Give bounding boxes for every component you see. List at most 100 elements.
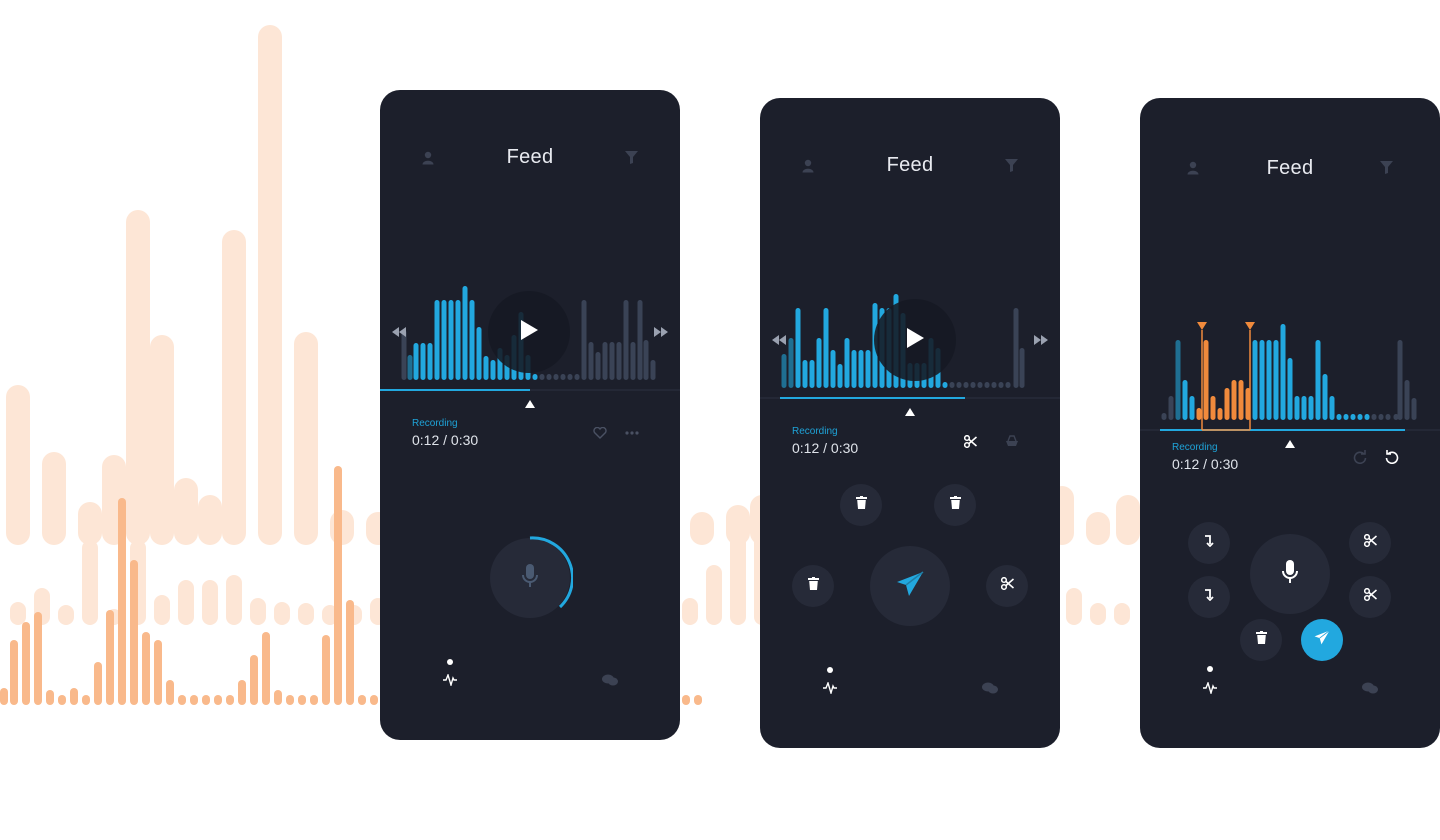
phone-screen-edit: Feed Recording 0:12 / 0:30: [760, 98, 1060, 748]
waveform-bar: [413, 343, 419, 380]
waveform-bar: [809, 360, 815, 388]
chat-tab-icon[interactable]: [602, 674, 618, 686]
delete-button[interactable]: [1240, 619, 1282, 661]
background-bar: [334, 466, 342, 705]
waveform-bar: [1350, 414, 1356, 420]
waveform-bar: [844, 338, 850, 388]
audio-waveform[interactable]: [1140, 98, 1440, 748]
play-button[interactable]: [874, 299, 956, 381]
filter-icon[interactable]: [625, 151, 638, 164]
recording-time: 0:12 / 0:30: [792, 440, 859, 456]
waveform-bar: [795, 308, 801, 388]
waveform-bar: [942, 382, 948, 388]
background-bar: [58, 605, 74, 625]
background-bar: [358, 695, 366, 705]
background-bar: [274, 602, 290, 625]
trash-icon: [1255, 631, 1267, 649]
waveform-bar: [1280, 324, 1286, 420]
heart-icon[interactable]: [593, 427, 607, 439]
background-bar: [142, 632, 150, 705]
send-button[interactable]: [870, 546, 950, 626]
waveform-bar: [1189, 396, 1195, 420]
waveform-bar: [984, 382, 990, 388]
waveform-bar: [970, 382, 976, 388]
waveform-bar: [977, 382, 983, 388]
playhead-marker[interactable]: [905, 408, 915, 416]
chat-tab-icon[interactable]: [982, 682, 998, 694]
trim-end-handle[interactable]: [1245, 322, 1255, 330]
delete-button[interactable]: [934, 484, 976, 526]
background-bar: [82, 695, 90, 705]
playhead-marker[interactable]: [1285, 440, 1295, 448]
waveform-tab-icon[interactable]: [443, 674, 457, 686]
insert-icon: [1204, 534, 1214, 552]
fast-forward-icon[interactable]: [654, 327, 668, 337]
redo-icon[interactable]: [1353, 450, 1367, 464]
waveform-bar: [1224, 388, 1230, 420]
waveform-bar: [1411, 398, 1417, 420]
play-button[interactable]: [488, 291, 570, 373]
playhead-marker[interactable]: [525, 400, 535, 408]
rewind-icon[interactable]: [772, 335, 786, 345]
waveform-bar: [462, 286, 468, 380]
filter-icon[interactable]: [1380, 161, 1393, 174]
background-bar: [118, 498, 126, 705]
background-bar: [10, 602, 26, 625]
waveform-bar: [998, 382, 1004, 388]
background-bar: [82, 540, 98, 625]
waveform-bar: [616, 342, 622, 380]
undo-icon[interactable]: [1385, 450, 1399, 464]
cut-button[interactable]: [986, 565, 1028, 607]
audio-waveform[interactable]: [760, 98, 1060, 748]
fast-forward-icon[interactable]: [1034, 335, 1048, 345]
waveform-bar: [1182, 380, 1188, 420]
waveform-bar: [567, 374, 573, 380]
delete-button[interactable]: [792, 565, 834, 607]
background-bar: [130, 560, 138, 705]
filter-icon[interactable]: [1005, 159, 1018, 172]
waveform-bar: [595, 352, 601, 380]
waveform-bar: [823, 308, 829, 388]
waveform-bar: [1301, 396, 1307, 420]
waveform-bar: [609, 342, 615, 380]
delete-button[interactable]: [840, 484, 882, 526]
cut-button[interactable]: [1349, 522, 1391, 564]
waveform-bar: [963, 382, 969, 388]
eraser-icon[interactable]: [1005, 435, 1019, 447]
scissors-icon[interactable]: [964, 435, 977, 448]
waveform-bar: [851, 350, 857, 388]
waveform-bar: [858, 350, 864, 388]
insert-button[interactable]: [1188, 522, 1230, 564]
waveform-bar: [483, 356, 489, 380]
waveform-tab-icon[interactable]: [823, 682, 837, 694]
background-bar: [694, 695, 702, 705]
background-bar: [706, 565, 722, 625]
waveform-bar: [650, 360, 656, 380]
waveform-bar: [1273, 340, 1279, 420]
cut-button[interactable]: [1349, 576, 1391, 618]
waveform-bar: [1364, 414, 1370, 420]
waveform-tab-icon[interactable]: [1203, 682, 1217, 694]
recording-progress-ring: [529, 536, 573, 609]
record-button[interactable]: [1250, 534, 1330, 614]
waveform-bar: [560, 374, 566, 380]
background-bar: [238, 680, 246, 705]
waveform-bar: [427, 343, 433, 380]
trim-start-handle[interactable]: [1197, 322, 1207, 330]
waveform-bar: [1196, 408, 1202, 420]
waveform-bar: [546, 374, 552, 380]
audio-waveform[interactable]: [380, 90, 680, 740]
chat-tab-icon[interactable]: [1362, 682, 1378, 694]
rewind-icon[interactable]: [392, 327, 406, 337]
more-icon[interactable]: [625, 431, 639, 435]
send-button[interactable]: [1301, 619, 1343, 661]
insert-button[interactable]: [1188, 576, 1230, 618]
waveform-bar: [407, 355, 413, 380]
waveform-bar: [581, 300, 587, 380]
background-bar: [730, 518, 746, 625]
background-bar: [6, 385, 30, 545]
waveform-bar: [1175, 340, 1181, 420]
background-bar: [0, 688, 8, 705]
background-bar: [286, 695, 294, 705]
waveform-bar: [1161, 413, 1167, 420]
